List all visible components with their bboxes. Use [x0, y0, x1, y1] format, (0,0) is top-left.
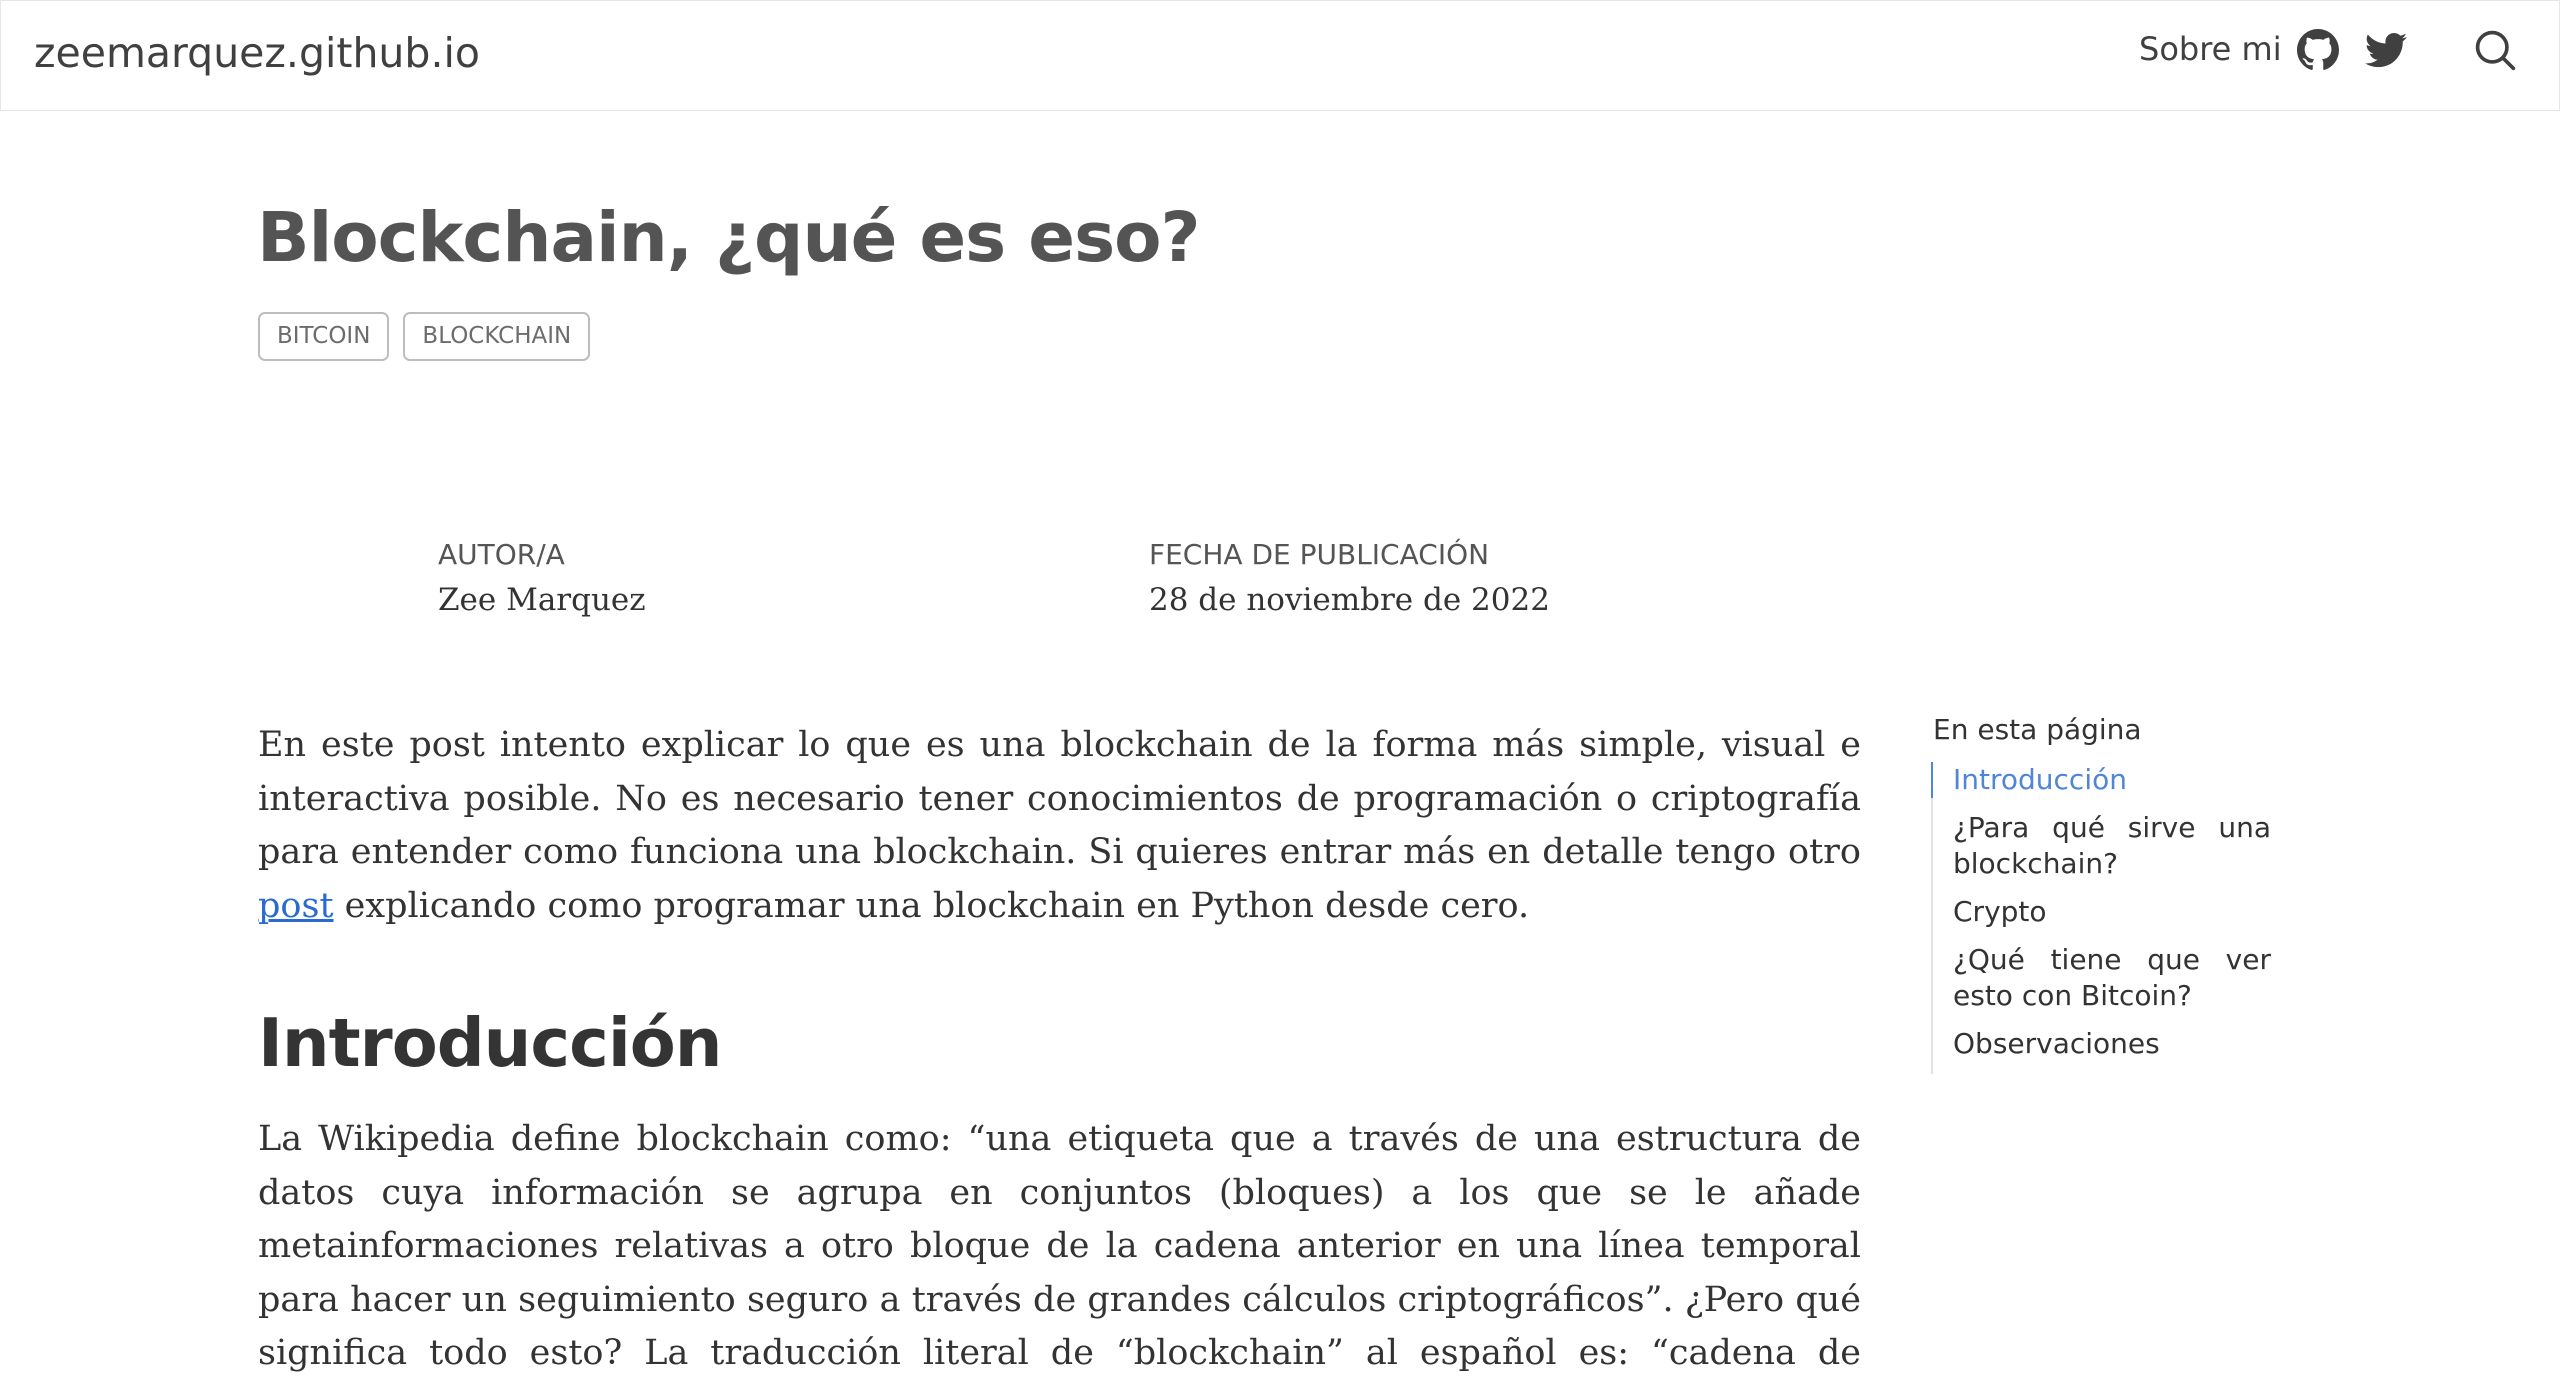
toc-item-bitcoin[interactable]: ¿Qué tiene que ver esto con Bitcoin?: [1933, 942, 2271, 1014]
toc-item-introduccion[interactable]: Introducción: [1931, 762, 2271, 798]
toc-item-observaciones[interactable]: Observaciones: [1933, 1026, 2271, 1062]
section-paragraph: La Wikipedia define blockchain como: “un…: [258, 1119, 1861, 1373]
intro-text-end: explicando como programar una blockchain…: [333, 885, 1530, 926]
section-heading-introduccion: Introducción: [258, 1004, 723, 1082]
author-name: Zee Marquez: [438, 582, 646, 618]
tag-blockchain[interactable]: BLOCKCHAIN: [403, 312, 591, 361]
toc-title: En esta página: [1933, 713, 2142, 746]
tag-bitcoin[interactable]: BITCOIN: [258, 312, 390, 361]
toc-item-para-que-sirve[interactable]: ¿Para qué sirve una blockchain?: [1933, 810, 2271, 882]
publication-date: 28 de noviembre de 2022: [1149, 582, 1550, 618]
site-brand-link[interactable]: zeemarquez.github.io: [34, 27, 480, 79]
date-label: FECHA DE PUBLICACIÓN: [1149, 538, 1490, 571]
toc-list: Introducción ¿Para qué sirve una blockch…: [1931, 762, 2271, 1074]
github-icon[interactable]: [2297, 29, 2339, 71]
intro-paragraph: En este post intento explicar lo que es …: [258, 719, 1861, 933]
search-icon[interactable]: [2473, 28, 2517, 72]
author-label: AUTOR/A: [438, 538, 565, 571]
tag-list: BITCOIN BLOCKCHAIN: [258, 312, 591, 361]
intro-text-start: En este post intento explicar lo que es …: [258, 725, 1861, 872]
article-body: En este post intento explicar lo que es …: [258, 719, 1861, 1386]
page-title: Blockchain, ¿qué es eso?: [257, 198, 1201, 278]
top-navbar: zeemarquez.github.io Sobre mi: [0, 0, 2560, 111]
toc-item-crypto[interactable]: Crypto: [1933, 894, 2271, 930]
nav-link-sobre-mi[interactable]: Sobre mi: [2139, 27, 2282, 71]
twitter-icon[interactable]: [2365, 29, 2407, 71]
post-link[interactable]: post: [258, 886, 334, 926]
